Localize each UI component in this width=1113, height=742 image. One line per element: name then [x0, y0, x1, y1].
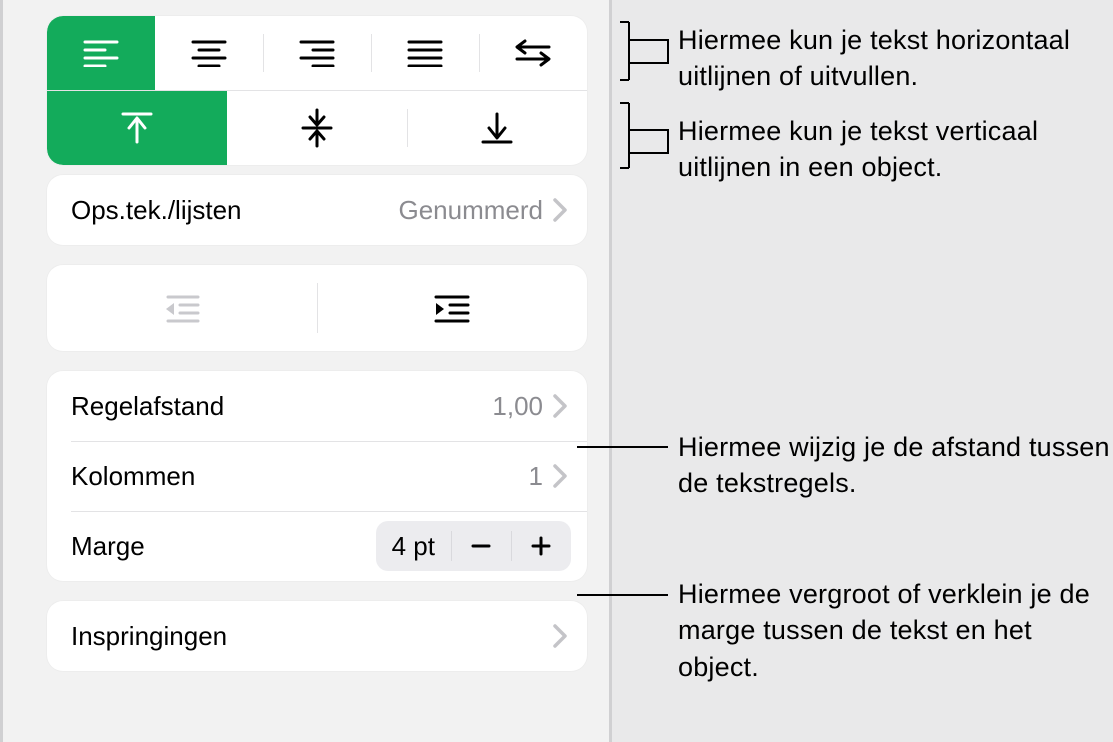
annotation-margin: Hiermee vergroot of verklein je de marge…	[678, 576, 1113, 685]
indent-button[interactable]	[317, 265, 587, 351]
annotation-v-align: Hiermee kun je tekst verticaal uitlijnen…	[678, 113, 1113, 186]
chevron-right-icon	[553, 624, 567, 648]
margin-value: 4 pt	[376, 531, 451, 562]
indents-label: Inspringingen	[71, 621, 227, 652]
align-right-icon	[299, 39, 335, 67]
columns-label: Kolommen	[71, 461, 195, 492]
indent-controls-card	[47, 265, 587, 351]
chevron-right-icon	[553, 198, 567, 222]
format-panel: Ops.tek./lijsten Genummerd	[0, 0, 612, 742]
plus-icon	[530, 535, 552, 557]
align-top-icon	[121, 110, 153, 146]
chevron-right-icon	[553, 464, 567, 488]
align-middle-icon	[301, 108, 333, 148]
align-center-button[interactable]	[155, 16, 263, 90]
align-center-icon	[191, 39, 227, 67]
line-spacing-row[interactable]: Regelafstand 1,00	[47, 371, 587, 441]
margin-label: Marge	[71, 531, 145, 562]
indents-row[interactable]: Inspringingen	[47, 601, 587, 671]
align-right-button[interactable]	[263, 16, 371, 90]
line-spacing-label: Regelafstand	[71, 391, 224, 422]
columns-value: 1	[529, 461, 543, 492]
margin-decrease-button[interactable]	[451, 521, 511, 571]
text-direction-icon	[513, 38, 553, 68]
minus-icon	[470, 535, 492, 557]
margin-row: Marge 4 pt	[47, 511, 587, 581]
annotation-h-align: Hiermee kun je tekst horizontaal uitlijn…	[678, 22, 1113, 95]
annotation-line-spacing: Hiermee wijzig je de afstand tussen de t…	[678, 429, 1113, 502]
outdent-button[interactable]	[47, 265, 317, 351]
bullets-lists-row[interactable]: Ops.tek./lijsten Genummerd	[47, 175, 587, 245]
align-middle-button[interactable]	[227, 91, 407, 165]
line-spacing-value: 1,00	[492, 391, 543, 422]
margin-stepper: 4 pt	[376, 521, 571, 571]
align-top-button[interactable]	[47, 91, 227, 165]
chevron-right-icon	[553, 394, 567, 418]
align-bottom-icon	[481, 110, 513, 146]
indent-icon	[432, 293, 472, 323]
horizontal-alignment-group	[47, 16, 587, 165]
align-justify-icon	[407, 39, 443, 67]
margin-increase-button[interactable]	[511, 521, 571, 571]
text-direction-button[interactable]	[479, 16, 587, 90]
align-left-button[interactable]	[47, 16, 155, 90]
spacing-card: Regelafstand 1,00 Kolommen 1 Marge 4 pt	[47, 371, 587, 581]
align-bottom-button[interactable]	[407, 91, 587, 165]
bullets-value: Genummerd	[399, 195, 544, 226]
bullets-label: Ops.tek./lijsten	[71, 195, 242, 226]
indents-card: Inspringingen	[47, 601, 587, 671]
bullets-lists-card: Ops.tek./lijsten Genummerd	[47, 175, 587, 245]
outdent-icon	[162, 293, 202, 323]
columns-row[interactable]: Kolommen 1	[47, 441, 587, 511]
align-left-icon	[83, 39, 119, 67]
align-justify-button[interactable]	[371, 16, 479, 90]
